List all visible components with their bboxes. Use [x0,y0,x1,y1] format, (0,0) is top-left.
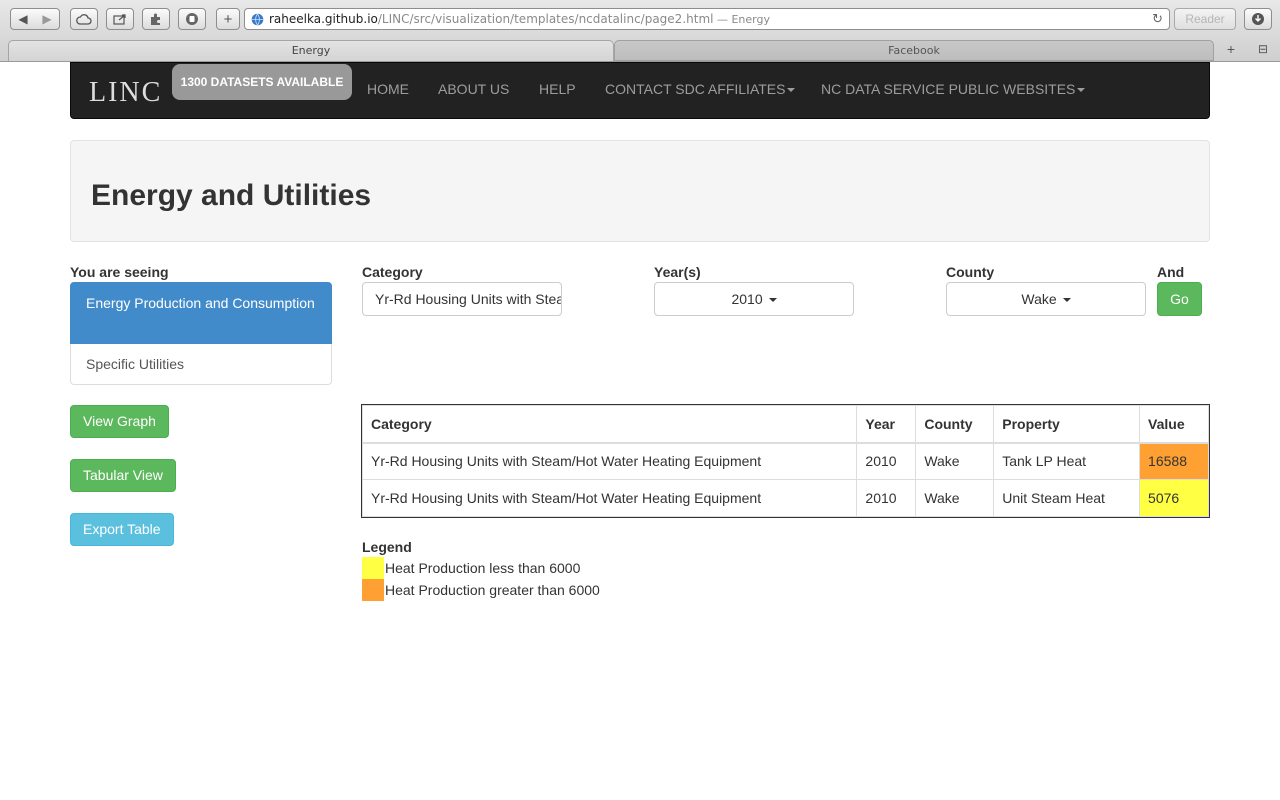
legend-swatch-yellow [362,557,384,579]
nav-home[interactable]: HOME [367,81,409,97]
share-icon [113,14,126,25]
nav-home-label: HOME [367,81,409,97]
cell-property: Unit Steam Heat [993,479,1141,517]
nav-help[interactable]: HELP [539,81,576,97]
go-button[interactable]: Go [1157,282,1202,316]
category-label: Category [362,264,423,280]
and-label: And [1157,264,1185,280]
header-year: Year [856,405,917,444]
legend-title: Legend [362,539,412,555]
county-label: County [946,264,995,280]
url-title: — Energy [713,13,770,26]
cell-property: Tank LP Heat [993,442,1141,480]
tab-overview-icon[interactable]: ⊟ [1254,40,1272,58]
cell-category: Yr-Rd Housing Units with Steam/Hot Water… [361,479,858,517]
cloud-icon [76,14,92,25]
sidebar-item-energy-production[interactable]: Energy Production and Consumption [70,282,332,344]
year-label: Year(s) [654,264,701,280]
category-input[interactable]: Yr-Rd Housing Units with Steam/Hot Water… [362,282,562,316]
table-header-row: Category Year County Property Value [361,405,1209,444]
icloud-button[interactable] [70,8,98,30]
caret-down-icon [1062,298,1071,303]
table-row: Yr-Rd Housing Units with Steam/Hot Water… [361,479,1209,517]
plus-icon: + [223,10,233,28]
globe-icon [251,13,264,26]
share-button[interactable] [106,8,134,30]
browser-chrome: ◀ ▶ + raheelka.github.io/LINC/src/visual… [0,0,1280,62]
nav-nc-label: NC DATA SERVICE PUBLIC WEBSITES [821,81,1076,97]
sidebar-item-label: Specific Utilities [86,356,185,372]
puzzle-icon [151,13,160,25]
reload-icon[interactable]: ↻ [1152,10,1163,29]
export-table-button[interactable]: Export Table [70,513,174,546]
nav-help-label: HELP [539,81,576,97]
legend-label: Heat Production less than 6000 [385,560,581,576]
brand-logo[interactable]: LINC [89,77,162,109]
sidebar-heading: You are seeing [70,264,169,280]
header-county: County [915,405,995,444]
sidebar-item-label: Energy Production and Consumption [86,295,315,311]
extension-button[interactable] [142,8,170,30]
datasets-badge: 1300 DATASETS AVAILABLE [172,64,352,100]
cell-county: Wake [915,479,995,517]
hand-icon [186,13,198,25]
forward-icon[interactable]: ▶ [35,12,59,26]
nav-contact-sdc-affiliates[interactable]: CONTACT SDC AFFILIATES [605,81,796,97]
cell-value: 5076 [1139,479,1209,517]
add-tab-icon[interactable]: + [1222,40,1240,58]
url-host: raheelka.github.io [269,12,378,26]
cell-year: 2010 [856,479,917,517]
caret-down-icon [1077,88,1086,93]
header-value: Value [1139,405,1209,444]
back-icon[interactable]: ◀ [11,12,35,26]
cell-county: Wake [915,442,995,480]
download-icon [1252,13,1264,25]
browser-toolbar: ◀ ▶ + raheelka.github.io/LINC/src/visual… [0,0,1280,38]
county-dropdown[interactable]: Wake [946,282,1146,316]
tab-facebook[interactable]: Facebook [614,40,1214,61]
nav-nc-data-service[interactable]: NC DATA SERVICE PUBLIC WEBSITES [821,81,1086,97]
results-table: Category Year County Property Value Yr-R… [361,404,1210,518]
cell-year: 2010 [856,442,917,480]
year-value: 2010 [731,291,763,307]
downloads-button[interactable] [1244,8,1272,30]
county-value: Wake [1021,291,1057,307]
new-tab-button[interactable]: + [216,8,240,30]
tab-energy[interactable]: Energy [8,40,614,61]
year-dropdown[interactable]: 2010 [654,282,854,316]
address-bar[interactable]: raheelka.github.io/LINC/src/visualizatio… [244,8,1170,30]
adblock-button[interactable] [178,8,206,30]
nav-about-label: ABOUT US [438,81,510,97]
sidebar-item-specific-utilities[interactable]: Specific Utilities [70,344,332,385]
tab-strip: Energy Facebook [0,38,1280,62]
caret-down-icon [768,298,777,303]
view-graph-button[interactable]: View Graph [70,405,169,438]
header-property: Property [993,405,1141,444]
legend-label: Heat Production greater than 6000 [385,582,600,598]
legend-swatch-orange [362,579,384,601]
caret-down-icon [787,88,796,93]
reader-button[interactable]: Reader [1174,8,1236,30]
nav-contact-label: CONTACT SDC AFFILIATES [605,81,786,97]
url-path: /LINC/src/visualization/templates/ncdata… [377,12,714,26]
table-row: Yr-Rd Housing Units with Steam/Hot Water… [361,442,1209,480]
sidebar-list: Energy Production and Consumption Specif… [70,282,332,385]
back-forward-buttons[interactable]: ◀ ▶ [10,8,60,30]
nav-about-us[interactable]: ABOUT US [438,81,509,97]
site-navbar: LINC 1300 DATASETS AVAILABLE HOME ABOUT … [70,62,1210,119]
header-category: Category [361,405,858,444]
cell-category: Yr-Rd Housing Units with Steam/Hot Water… [361,442,858,480]
page-header: Energy and Utilities [70,140,1210,242]
page-title: Energy and Utilities [91,179,372,212]
cell-value: 16588 [1139,442,1209,480]
tabular-view-button[interactable]: Tabular View [70,459,176,492]
